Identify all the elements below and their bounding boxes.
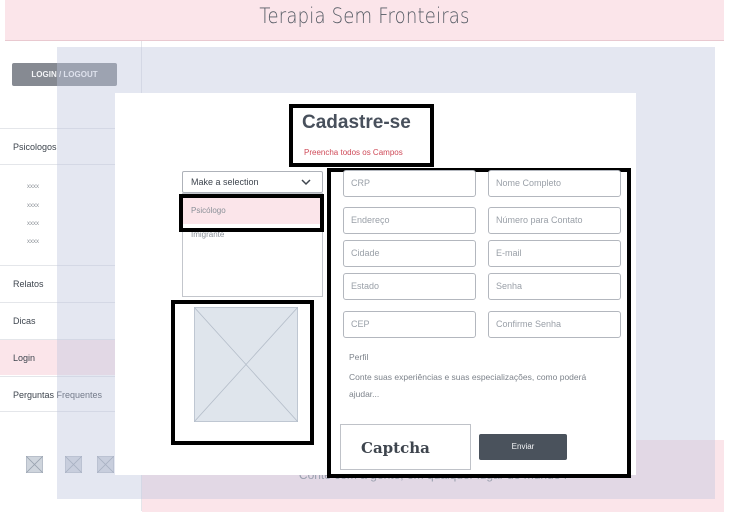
image-placeholder-icon[interactable] <box>194 307 298 422</box>
modal-subtitle: Preencha todos os Campos <box>304 148 403 157</box>
chevron-down-icon[interactable] <box>300 178 312 186</box>
option-highlight-frame <box>179 194 324 232</box>
cep-field[interactable]: CEP <box>343 311 476 338</box>
site-title: Terapia Sem Fronteiras <box>259 4 470 28</box>
sidebar-subitem[interactable]: xxxx <box>27 221 39 227</box>
city-field[interactable]: Cidade <box>343 240 476 267</box>
state-field[interactable]: Estado <box>343 273 476 300</box>
header-divider <box>5 40 724 41</box>
phone-field[interactable]: Número para Contato <box>488 207 621 234</box>
submit-button[interactable]: Enviar <box>479 434 567 460</box>
confirm-password-field[interactable]: Confirme Senha <box>488 311 621 338</box>
captcha[interactable]: Captcha <box>340 424 471 470</box>
sidebar-subitem[interactable]: xxxx <box>27 203 39 209</box>
sidebar-subitem[interactable]: xxxx <box>27 239 39 245</box>
password-field[interactable]: Senha <box>488 273 621 300</box>
crp-field[interactable]: CRP <box>343 170 476 197</box>
sidebar-subitem[interactable]: xxxx <box>27 184 39 190</box>
profile-textarea[interactable]: Conte suas experiências e suas especiali… <box>349 369 604 403</box>
email-field[interactable]: E-mail <box>488 240 621 267</box>
address-field[interactable]: Endereço <box>343 207 476 234</box>
modal-title: Cadastre-se <box>302 112 411 133</box>
profile-label: Perfil <box>349 352 369 362</box>
social-icon[interactable] <box>26 456 43 473</box>
full-name-field[interactable]: Nome Completo <box>488 170 621 197</box>
